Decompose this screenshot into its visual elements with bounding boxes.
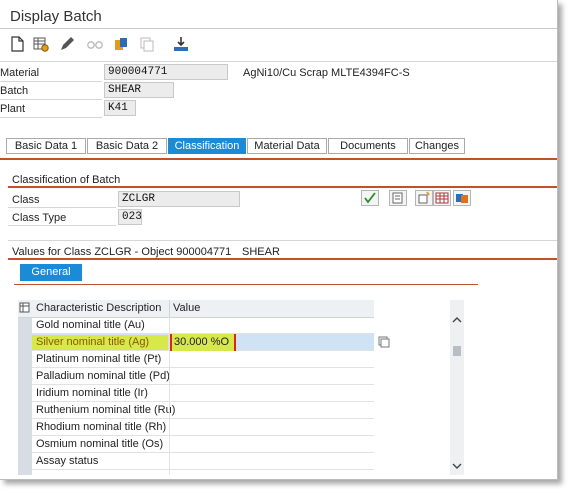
label-underline — [8, 207, 116, 208]
glasses-display-icon — [86, 35, 104, 53]
row-description: Rhodium nominal title (Rh) — [36, 421, 167, 433]
general-tab-underline — [14, 284, 478, 285]
display-batch-window: Display Batch Material 900004771 AgNi10/… — [0, 0, 558, 480]
col-header-description[interactable]: Characteristic Description — [36, 300, 161, 317]
section-separator — [8, 240, 557, 241]
tab-divider — [0, 158, 557, 160]
scroll-thumb[interactable] — [453, 346, 461, 356]
toolbar-divider — [0, 61, 557, 62]
wand-icon[interactable] — [415, 190, 433, 206]
row-description: Ruthenium nominal title (Ru) — [36, 404, 176, 416]
check-icon[interactable] — [361, 190, 379, 206]
tab-classification[interactable]: Classification — [168, 138, 246, 154]
value-input-text: 30.000 %O — [174, 336, 230, 348]
table-row[interactable]: Platinum nominal title (Pt) — [32, 351, 374, 368]
row-description: Osmium nominal title (Os) — [36, 438, 164, 450]
table-settings-icon[interactable] — [32, 35, 50, 53]
class-label: Class — [12, 194, 40, 206]
row-description: Silver nominal title (Ag) — [36, 336, 150, 348]
tab-material-data[interactable]: Material Data — [247, 138, 327, 154]
table-row[interactable]: Assay status — [32, 453, 374, 470]
scroll-up-icon[interactable] — [450, 314, 464, 326]
class-type-field[interactable]: 023 — [118, 209, 142, 225]
transfer-icon[interactable] — [453, 190, 471, 206]
row-description: Platinum nominal title (Pt) — [36, 353, 162, 365]
tab-basic-data-2[interactable]: Basic Data 2 — [87, 138, 167, 154]
col-divider — [169, 300, 170, 317]
table-row[interactable]: Gold nominal title (Au) — [32, 317, 374, 334]
tab-changes[interactable]: Changes — [409, 138, 465, 154]
value-help-icon[interactable] — [378, 336, 390, 348]
label-underline — [0, 81, 102, 82]
grid-settings-icon[interactable] — [18, 300, 32, 317]
tab-documents[interactable]: Documents — [328, 138, 408, 154]
class-field[interactable]: ZCLGR — [118, 191, 240, 207]
tab-basic-data-1[interactable]: Basic Data 1 — [6, 138, 86, 154]
scroll-down-icon[interactable] — [450, 460, 464, 472]
plant-field[interactable]: K41 — [104, 100, 136, 116]
row-description: Assay status — [36, 455, 99, 467]
row-description: Palladium nominal title (Pd) — [36, 370, 170, 382]
table-row[interactable]: Iridium nominal title (Ir) — [32, 385, 374, 402]
new-document-icon[interactable] — [8, 35, 26, 53]
label-underline — [8, 225, 116, 226]
edit-pencil-icon[interactable] — [58, 35, 76, 53]
grid-header: Characteristic Description Value — [18, 300, 374, 318]
col-divider — [169, 317, 170, 475]
table-row[interactable]: Osmium nominal title (Os) — [32, 436, 374, 453]
col-header-value[interactable]: Value — [173, 300, 200, 317]
values-divider — [8, 258, 557, 260]
label-underline — [0, 117, 102, 118]
material-field[interactable]: 900004771 — [104, 64, 228, 80]
copy-icon — [138, 35, 156, 53]
table-row[interactable]: Palladium nominal title (Pd) — [32, 368, 374, 385]
values-title: Values for Class ZCLGR - Object 90000477… — [12, 246, 232, 258]
row-description: Gold nominal title (Au) — [36, 319, 145, 331]
row-selector-column[interactable] — [18, 317, 32, 475]
material-label: Material — [0, 67, 40, 79]
details-icon[interactable] — [389, 190, 407, 206]
class-type-label: Class Type — [12, 212, 67, 224]
tab-general[interactable]: General — [20, 264, 82, 281]
label-underline — [0, 99, 102, 100]
section-divider — [8, 186, 557, 188]
batch-label: Batch — [0, 85, 29, 97]
plant-label: Plant — [0, 103, 26, 115]
vertical-scrollbar[interactable] — [450, 300, 464, 475]
classification-section-title: Classification of Batch — [12, 174, 121, 186]
value-input[interactable]: 30.000 %O — [170, 334, 236, 351]
table-row[interactable]: Ruthenium nominal title (Ru) — [32, 402, 374, 419]
table-icon[interactable] — [433, 190, 451, 206]
batch-field[interactable]: SHEAR — [104, 82, 174, 98]
window-title: Display Batch — [10, 8, 102, 25]
clipboard-icon[interactable] — [112, 35, 130, 53]
values-batch: SHEAR — [242, 246, 280, 258]
characteristics-grid: Characteristic Description Value Gold no… — [18, 300, 464, 475]
title-divider — [0, 28, 557, 29]
table-row-selected[interactable]: Silver nominal title (Ag) 30.000 %O — [32, 334, 390, 351]
download-tray-icon[interactable] — [172, 35, 190, 53]
table-row[interactable]: Rhodium nominal title (Rh) — [32, 419, 374, 436]
row-description: Iridium nominal title (Ir) — [36, 387, 148, 399]
material-description: AgNi10/Cu Scrap MLTE4394FC-S — [243, 67, 410, 79]
